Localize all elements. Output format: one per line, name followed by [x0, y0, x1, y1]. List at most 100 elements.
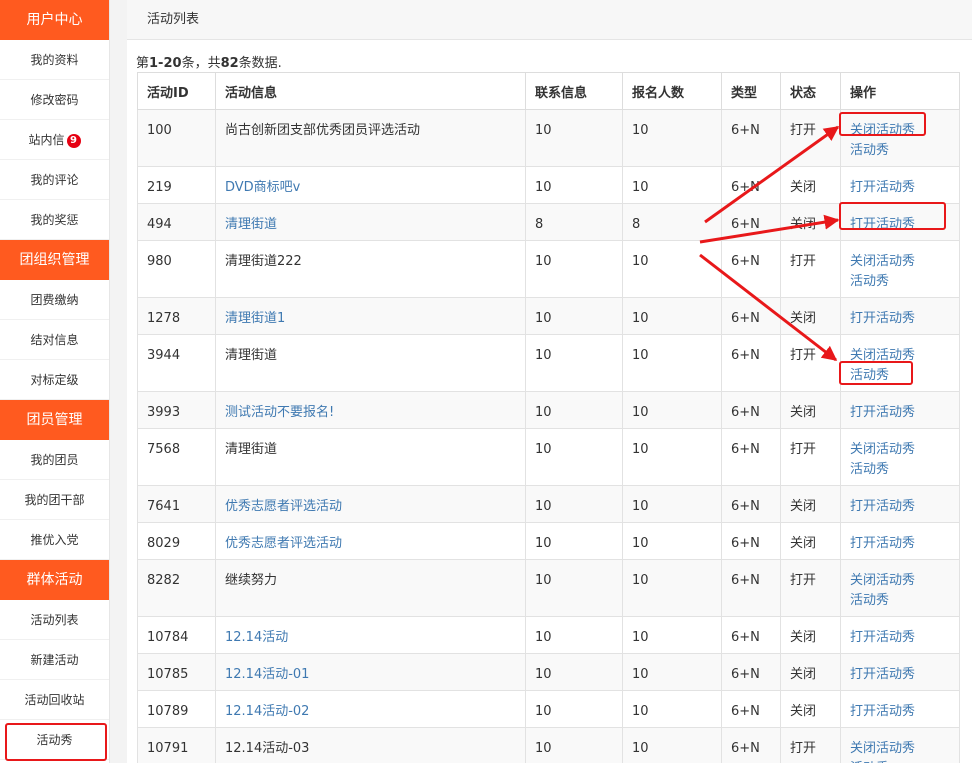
sidebar-item-label: 活动秀	[36, 733, 73, 747]
cell-activity-info: 12.14活动	[215, 616, 526, 654]
toggle-show-link[interactable]: 打开活动秀	[850, 178, 950, 198]
page-title: 活动列表	[127, 0, 972, 40]
cell-signup-count: 10	[622, 334, 722, 392]
toggle-show-link[interactable]: 关闭活动秀	[850, 346, 950, 366]
sidebar-item-label: 我的奖惩	[30, 213, 79, 227]
cell-operations: 打开活动秀	[840, 485, 960, 523]
cell-activity-info: 清理街道	[215, 428, 526, 486]
cell-activity-id: 10789	[137, 690, 216, 728]
toggle-show-link[interactable]: 关闭活动秀	[850, 440, 950, 460]
cell-contact: 10	[525, 109, 623, 167]
cell-type: 6+N	[721, 391, 781, 429]
activity-show-link[interactable]: 活动秀	[850, 272, 950, 292]
sidebar-item[interactable]: 活动秀	[0, 720, 109, 761]
cell-type: 6+N	[721, 485, 781, 523]
cell-signup-count: 10	[622, 166, 722, 204]
cell-status: 关闭	[780, 522, 841, 560]
activity-info-link[interactable]: 清理街道1	[225, 311, 285, 326]
cell-contact: 10	[525, 727, 623, 763]
toggle-show-link[interactable]: 打开活动秀	[850, 497, 950, 517]
sidebar-item-label: 站内信	[28, 133, 65, 147]
cell-type: 6+N	[721, 559, 781, 617]
table-header-row: 活动ID 活动信息 联系信息 报名人数 类型 状态 操作	[137, 72, 960, 110]
sidebar-item-label: 活动回收站	[24, 693, 85, 707]
sidebar-item[interactable]: 活动列表	[0, 600, 109, 640]
activity-info-link[interactable]: 12.14活动	[225, 630, 288, 645]
sidebar-item-label: 修改密码	[30, 93, 79, 107]
toggle-show-link[interactable]: 打开活动秀	[850, 665, 950, 685]
cell-activity-id: 494	[137, 203, 216, 241]
cell-status: 打开	[780, 109, 841, 167]
activity-show-link[interactable]: 活动秀	[850, 460, 950, 480]
sidebar-item[interactable]: 团费缴纳	[0, 280, 109, 320]
activity-show-link[interactable]: 活动秀	[850, 141, 950, 161]
table-row: 10784 12.14活动 10 10 6+N 关闭 打开活动秀	[137, 616, 960, 654]
sidebar-item[interactable]: 我的团员	[0, 440, 109, 480]
cell-contact: 10	[525, 616, 623, 654]
cell-activity-id: 100	[137, 109, 216, 167]
cell-type: 6+N	[721, 297, 781, 335]
cell-activity-id: 10784	[137, 616, 216, 654]
sidebar-item[interactable]: 新建活动	[0, 640, 109, 680]
activity-show-link[interactable]: 活动秀	[850, 591, 950, 611]
sidebar-item-label: 我的评论	[30, 173, 79, 187]
sidebar-item[interactable]: 对标定级	[0, 360, 109, 400]
sidebar-item[interactable]: 我的资料	[0, 40, 109, 80]
toggle-show-link[interactable]: 关闭活动秀	[850, 739, 950, 759]
column-header: 类型	[721, 72, 781, 110]
sidebar-item[interactable]: 修改密码	[0, 80, 109, 120]
cell-type: 6+N	[721, 428, 781, 486]
activity-info-link[interactable]: 优秀志愿者评选活动	[225, 499, 342, 514]
sidebar-item[interactable]: 我的团干部	[0, 480, 109, 520]
activity-show-link[interactable]: 活动秀	[850, 759, 950, 763]
activity-info-link[interactable]: DVD商标吧v	[225, 180, 300, 195]
cell-signup-count: 10	[622, 690, 722, 728]
toggle-show-link[interactable]: 打开活动秀	[850, 628, 950, 648]
sidebar-item[interactable]: 我的奖惩	[0, 200, 109, 240]
toggle-show-link[interactable]: 关闭活动秀	[850, 252, 950, 272]
cell-contact: 10	[525, 522, 623, 560]
toggle-show-link[interactable]: 打开活动秀	[850, 215, 950, 235]
sidebar-item[interactable]: 活动回收站	[0, 680, 109, 720]
sidebar-item-label: 对标定级	[30, 373, 79, 387]
column-header: 联系信息	[525, 72, 623, 110]
toggle-show-link[interactable]: 打开活动秀	[850, 403, 950, 423]
cell-signup-count: 10	[622, 109, 722, 167]
toggle-show-link[interactable]: 打开活动秀	[850, 534, 950, 554]
table-row: 8282 继续努力 10 10 6+N 打开 关闭活动秀 活动秀	[137, 559, 960, 617]
cell-signup-count: 10	[622, 391, 722, 429]
sidebar-item[interactable]: 站内信 9	[0, 120, 109, 160]
sidebar-item-label: 活动列表	[30, 613, 79, 627]
activity-info-link[interactable]: 12.14活动-02	[225, 704, 309, 719]
cell-signup-count: 10	[622, 727, 722, 763]
cell-type: 6+N	[721, 690, 781, 728]
cell-status: 打开	[780, 559, 841, 617]
toggle-show-link[interactable]: 关闭活动秀	[850, 121, 950, 141]
activity-info-link[interactable]: 清理街道	[225, 217, 277, 232]
cell-status: 关闭	[780, 166, 841, 204]
activity-info-link[interactable]: 12.14活动-01	[225, 667, 309, 682]
cell-activity-id: 3993	[137, 391, 216, 429]
toggle-show-link[interactable]: 打开活动秀	[850, 702, 950, 722]
sidebar-item[interactable]: 推优入党	[0, 520, 109, 560]
table-row: 8029 优秀志愿者评选活动 10 10 6+N 关闭 打开活动秀	[137, 522, 960, 560]
sidebar-item-label: 新建活动	[30, 653, 79, 667]
cell-contact: 8	[525, 203, 623, 241]
cell-activity-id: 10785	[137, 653, 216, 691]
column-header: 操作	[840, 72, 960, 110]
cell-activity-id: 10791	[137, 727, 216, 763]
cell-type: 6+N	[721, 109, 781, 167]
cell-operations: 关闭活动秀活动秀	[840, 428, 960, 486]
cell-signup-count: 10	[622, 297, 722, 335]
sidebar-item-label: 团费缴纳	[30, 293, 79, 307]
cell-activity-info: 清理街道222	[215, 240, 526, 298]
activity-info-link[interactable]: 测试活动不要报名!	[225, 405, 334, 420]
toggle-show-link[interactable]: 关闭活动秀	[850, 571, 950, 591]
activity-info-link[interactable]: 优秀志愿者评选活动	[225, 536, 342, 551]
sidebar-item[interactable]: 我的评论	[0, 160, 109, 200]
toggle-show-link[interactable]: 打开活动秀	[850, 309, 950, 329]
activity-show-link[interactable]: 活动秀	[850, 366, 950, 386]
cell-contact: 10	[525, 334, 623, 392]
table-row: 10785 12.14活动-01 10 10 6+N 关闭 打开活动秀	[137, 653, 960, 691]
sidebar-item[interactable]: 结对信息	[0, 320, 109, 360]
